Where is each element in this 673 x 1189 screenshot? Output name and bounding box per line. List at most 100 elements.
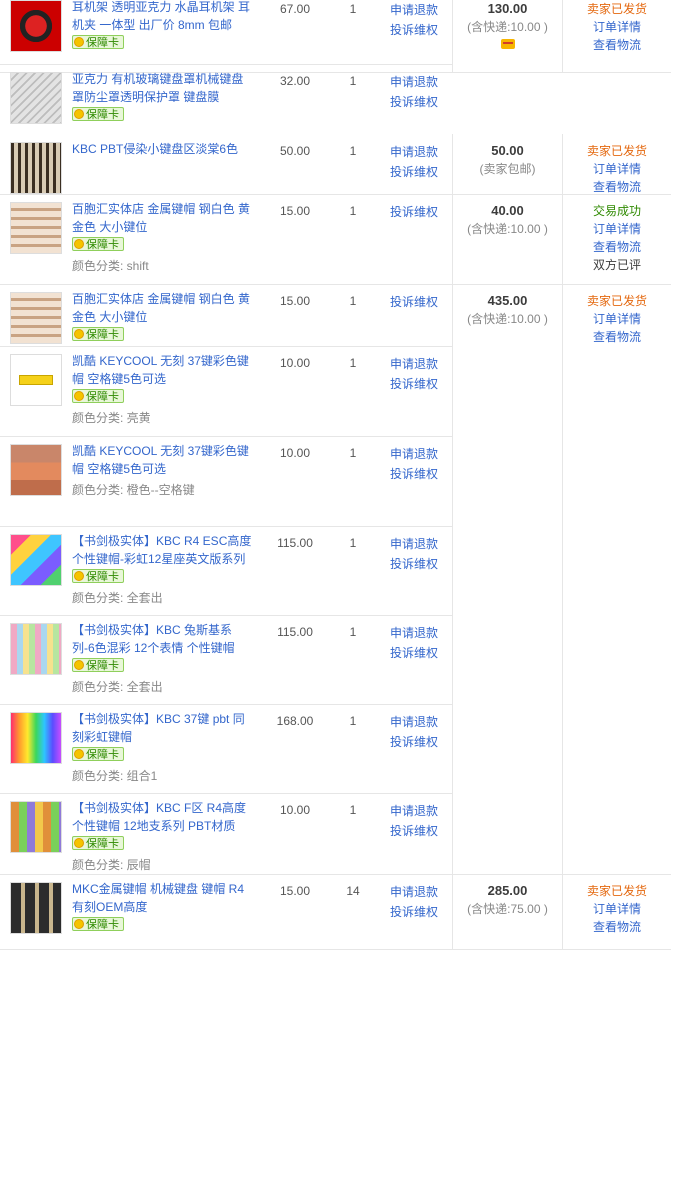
track-shipment-link[interactable]: 查看物流 [563, 918, 671, 936]
order-detail-link[interactable]: 订单详情 [563, 900, 671, 918]
complaint-link[interactable]: 投诉维权 [390, 821, 450, 841]
guarantee-card-badge[interactable]: 保障卡 [72, 327, 124, 341]
product-title[interactable]: 耳机架 透明亚克力 水晶耳机架 耳机夹 一体型 出厂价 8mm 包邮 [72, 0, 252, 34]
refund-request-link[interactable]: 申请退款 [390, 72, 450, 92]
product-title[interactable]: 【书剑极实体】KBC 兔斯基系列-6色混彩 12个表情 个性键帽 [72, 621, 252, 657]
order-block: 百胞汇实体店 金属键帽 钢白色 黄金色 大小键位 保障卡 15.00 1 投诉维权 凯酷 … [0, 284, 671, 875]
order-detail-link[interactable]: 订单详情 [563, 220, 671, 238]
guarantee-card-badge[interactable]: 保障卡 [72, 917, 124, 931]
order-total: 40.00 [491, 203, 524, 218]
guarantee-card-badge[interactable]: 保障卡 [72, 35, 124, 49]
product-thumbnail[interactable] [10, 0, 62, 52]
complaint-link[interactable]: 投诉维权 [390, 162, 450, 182]
credit-card-icon[interactable] [500, 39, 515, 49]
complaint-link[interactable]: 投诉维权 [390, 92, 450, 112]
order-total: 435.00 [487, 293, 528, 308]
table-row: 耳机架 透明亚克力 水晶耳机架 耳机夹 一体型 出厂价 8mm 包邮 保障卡 67.… [0, 0, 452, 65]
guarantee-label: 保障卡 [86, 239, 119, 251]
guarantee-card-badge[interactable]: 保障卡 [72, 569, 124, 583]
track-shipment-link[interactable]: 查看物流 [563, 238, 671, 256]
product-title[interactable]: 【书剑极实体】KBC 37键 pbt 同刻彩虹键帽 [72, 710, 252, 746]
product-thumbnail[interactable] [10, 801, 62, 853]
complaint-link[interactable]: 投诉维权 [390, 20, 450, 40]
guarantee-card-badge[interactable]: 保障卡 [72, 836, 124, 850]
complaint-link[interactable]: 投诉维权 [390, 902, 450, 922]
guarantee-icon [74, 239, 84, 249]
refund-request-link[interactable]: 申请退款 [390, 354, 450, 374]
complaint-link[interactable]: 投诉维权 [390, 202, 450, 222]
quantity: 1 [349, 294, 357, 308]
shipping-note: (含快递:10.00 ) [467, 222, 548, 236]
unit-price: 168.00 [276, 714, 314, 728]
quantity: 1 [349, 204, 357, 218]
guarantee-card-badge[interactable]: 保障卡 [72, 389, 124, 403]
product-title[interactable]: 亚克力 有机玻璃键盘罩机械键盘罩防尘罩透明保护罩 键盘膜 [72, 70, 252, 106]
product-title[interactable]: 【书剑极实体】KBC R4 ESC高度 个性键帽-彩虹12星座英文版系列 [72, 532, 252, 568]
quantity: 1 [349, 74, 357, 88]
guarantee-card-badge[interactable]: 保障卡 [72, 237, 124, 251]
quantity: 1 [349, 536, 357, 550]
refund-request-link[interactable]: 申请退款 [390, 444, 450, 464]
table-row: 凯酷 KEYCOOL 无刻 37键彩色键帽 空格键5色可选 颜色分类: 橙色--空… [0, 436, 452, 527]
complaint-link[interactable]: 投诉维权 [390, 554, 450, 574]
product-thumbnail[interactable] [10, 142, 62, 194]
order-detail-link[interactable]: 订单详情 [563, 310, 671, 328]
guarantee-icon [74, 838, 84, 848]
product-title[interactable]: 凯酷 KEYCOOL 无刻 37键彩色键帽 空格键5色可选 [72, 352, 252, 388]
quantity: 1 [349, 803, 357, 817]
unit-price: 10.00 [279, 446, 311, 460]
product-title[interactable]: KBC PBT侵染小键盘区淡棠6色 [72, 140, 252, 158]
product-title[interactable]: 百胞汇实体店 金属键帽 钢白色 黄金色 大小键位 [72, 200, 252, 236]
complaint-link[interactable]: 投诉维权 [390, 643, 450, 663]
order-total: 130.00 [487, 1, 528, 16]
order-detail-link[interactable]: 订单详情 [563, 18, 671, 36]
item-actions: 申请退款 投诉维权 [390, 623, 450, 663]
product-thumbnail[interactable] [10, 72, 62, 124]
order-list: 耳机架 透明亚克力 水晶耳机架 耳机夹 一体型 出厂价 8mm 包邮 保障卡 67.… [0, 0, 673, 1189]
status-text: 卖家已发货 [586, 2, 647, 16]
guarantee-card-badge[interactable]: 保障卡 [72, 747, 124, 761]
refund-request-link[interactable]: 申请退款 [390, 712, 450, 732]
refund-request-link[interactable]: 申请退款 [390, 623, 450, 643]
variant-label: 颜色分类: shift [72, 259, 149, 273]
product-thumbnail[interactable] [10, 444, 62, 496]
complaint-link[interactable]: 投诉维权 [390, 732, 450, 752]
product-thumbnail[interactable] [10, 202, 62, 254]
product-thumbnail[interactable] [10, 623, 62, 675]
product-thumbnail[interactable] [10, 292, 62, 344]
track-shipment-link[interactable]: 查看物流 [563, 36, 671, 54]
product-thumbnail[interactable] [10, 354, 62, 406]
refund-request-link[interactable]: 申请退款 [390, 0, 450, 20]
guarantee-icon [74, 109, 84, 119]
table-row: 凯酷 KEYCOOL 无刻 37键彩色键帽 空格键5色可选 保障卡 颜色分类: 亮黄… [0, 346, 452, 437]
refund-request-link[interactable]: 申请退款 [390, 142, 450, 162]
complaint-link[interactable]: 投诉维权 [390, 464, 450, 484]
guarantee-card-badge[interactable]: 保障卡 [72, 107, 124, 121]
refund-request-link[interactable]: 申请退款 [390, 882, 450, 902]
variant-label: 颜色分类: 辰帽 [72, 858, 151, 872]
product-title[interactable]: 【书剑极实体】KBC F区 R4高度 个性键帽 12地支系列 PBT材质 [72, 799, 252, 835]
column-divider [562, 284, 563, 874]
table-row: 【书剑极实体】KBC F区 R4高度 个性键帽 12地支系列 PBT材质 保障卡颜… [0, 793, 452, 874]
product-title[interactable]: MKC金属键帽 机械键盘 键帽 R4 有刻OEM高度 [72, 880, 252, 916]
refund-request-link[interactable]: 申请退款 [390, 534, 450, 554]
item-actions: 申请退款 投诉维权 [390, 354, 450, 394]
product-thumbnail[interactable] [10, 882, 62, 934]
payment-summary: 40.00 (含快递:10.00 ) [453, 194, 562, 238]
quantity: 1 [349, 356, 357, 370]
complaint-link[interactable]: 投诉维权 [390, 374, 450, 394]
product-title[interactable]: 凯酷 KEYCOOL 无刻 37键彩色键帽 空格键5色可选 [72, 442, 252, 478]
product-thumbnail[interactable] [10, 534, 62, 586]
product-thumbnail[interactable] [10, 712, 62, 764]
track-shipment-link[interactable]: 查看物流 [563, 328, 671, 346]
item-actions: 申请退款 投诉维权 [390, 801, 450, 841]
table-row: KBC PBT侵染小键盘区淡棠6色 50.00 1 申请退款 投诉维权 [0, 134, 452, 194]
product-title[interactable]: 百胞汇实体店 金属键帽 钢白色 黄金色 大小键位 [72, 290, 252, 326]
complaint-link[interactable]: 投诉维权 [390, 292, 450, 312]
order-total: 285.00 [487, 883, 528, 898]
order-detail-link[interactable]: 订单详情 [563, 160, 671, 178]
item-actions: 申请退款 投诉维权 [390, 142, 450, 182]
refund-request-link[interactable]: 申请退款 [390, 801, 450, 821]
guarantee-label: 保障卡 [86, 329, 119, 341]
guarantee-card-badge[interactable]: 保障卡 [72, 658, 124, 672]
